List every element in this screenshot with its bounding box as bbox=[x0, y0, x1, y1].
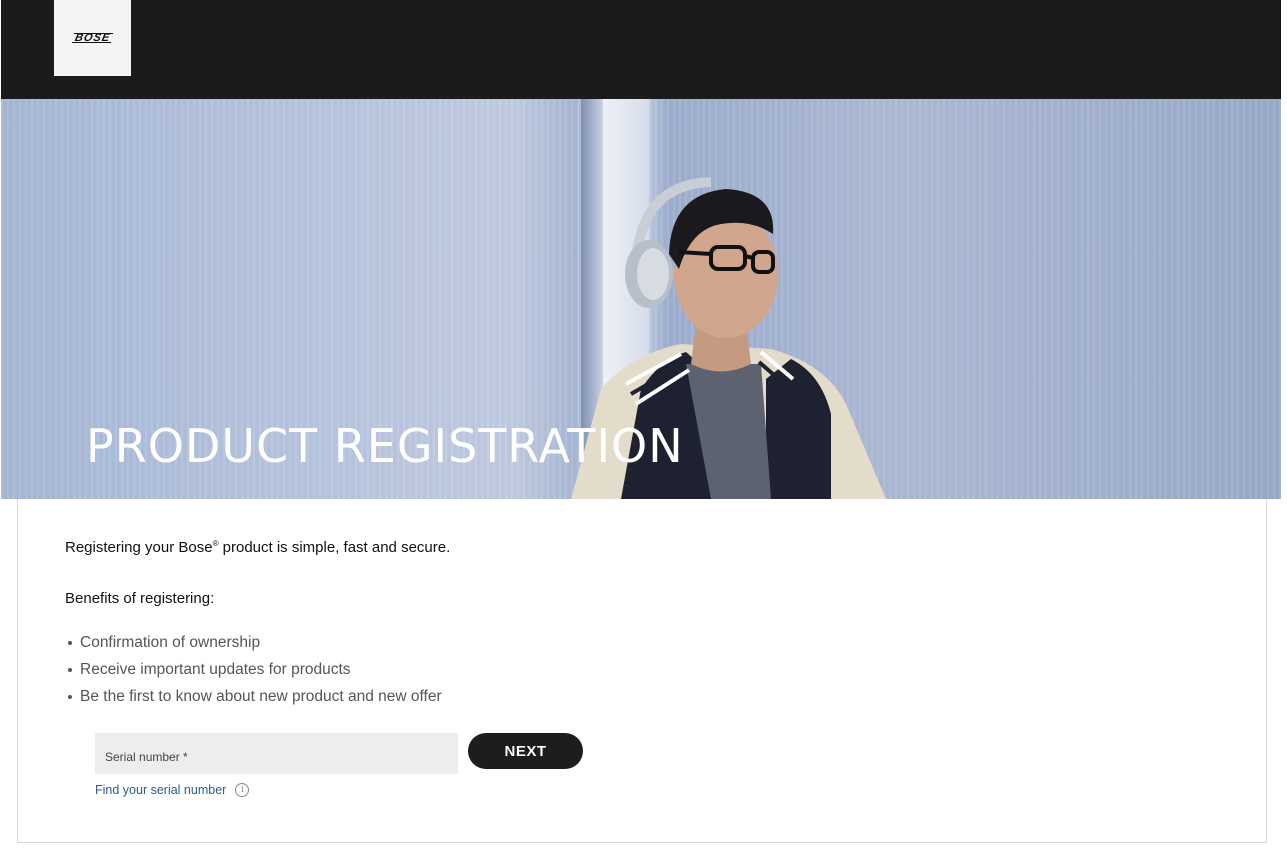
registration-panel: Registering your Bose® product is simple… bbox=[17, 499, 1267, 843]
list-item: Confirmation of ownership bbox=[68, 629, 442, 656]
page-title: PRODUCT REGISTRATION bbox=[86, 419, 684, 473]
next-button[interactable]: NEXT bbox=[468, 733, 583, 769]
find-serial-number-label: Find your serial number bbox=[95, 783, 227, 797]
list-item: Receive important updates for products bbox=[68, 656, 442, 683]
find-serial-number-link[interactable]: Find your serial number i bbox=[95, 783, 250, 797]
benefits-list: Confirmation of ownership Receive import… bbox=[65, 629, 442, 710]
top-header: BOSE bbox=[1, 0, 1281, 99]
benefits-heading: Benefits of registering: bbox=[65, 590, 215, 607]
intro-text: Registering your Bose® product is simple… bbox=[65, 539, 450, 556]
list-item: Be the first to know about new product a… bbox=[68, 683, 442, 710]
serial-number-input[interactable] bbox=[95, 733, 458, 774]
info-icon[interactable]: i bbox=[235, 783, 250, 797]
intro-text-start: Registering your Bose bbox=[65, 539, 213, 556]
hero-banner: PRODUCT REGISTRATION bbox=[1, 99, 1281, 499]
intro-text-end: product is simple, fast and secure. bbox=[218, 539, 451, 556]
bose-logo: BOSE bbox=[71, 32, 114, 44]
bose-logo-link[interactable]: BOSE bbox=[54, 0, 131, 76]
